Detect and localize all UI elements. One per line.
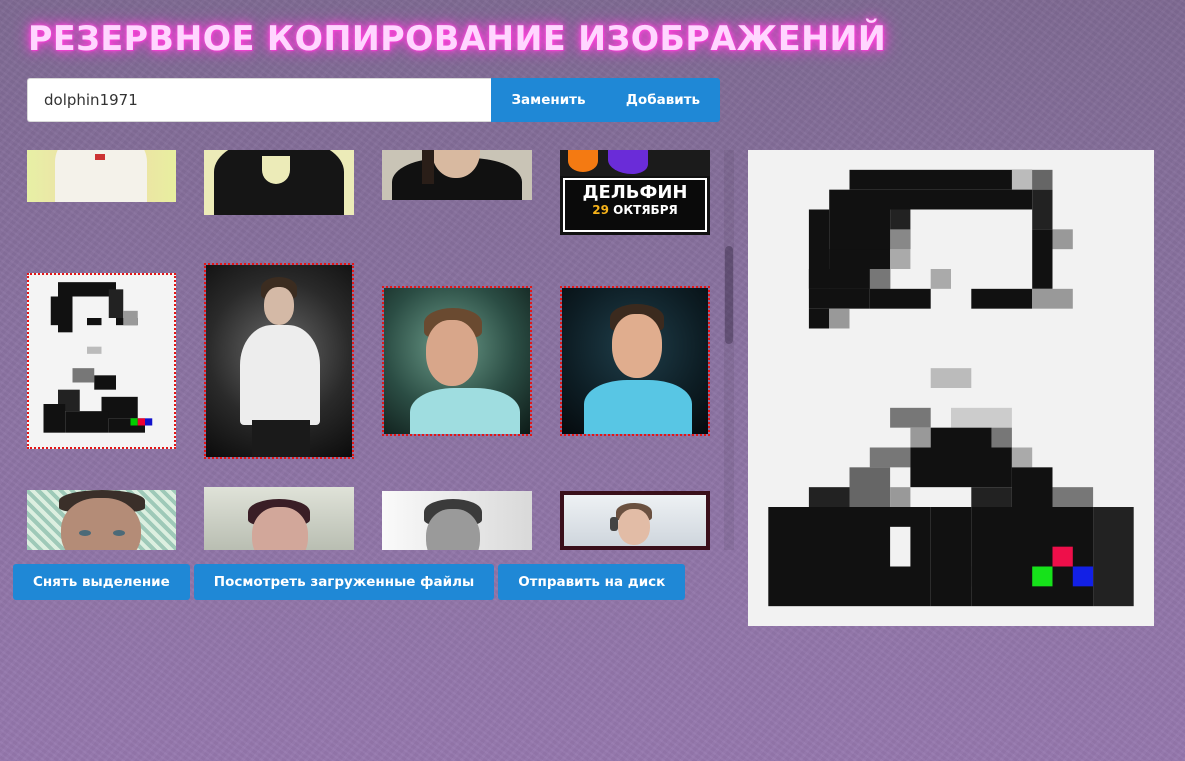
image-thumbnail-poster[interactable]: ДЕЛЬФИН 29 ОКТЯБРЯ (560, 150, 710, 235)
image-thumbnail[interactable] (204, 150, 354, 215)
view-uploaded-files-button[interactable]: Посмотреть загруженные файлы (193, 564, 495, 600)
image-thumbnail-selected[interactable] (27, 273, 176, 449)
poster-date-number: 29 (592, 203, 609, 217)
image-thumbnail-selected[interactable] (382, 286, 532, 436)
pixel-portrait-icon (43, 282, 153, 433)
deselect-button[interactable]: Снять выделение (13, 564, 190, 600)
add-button[interactable]: Добавить (606, 78, 720, 122)
image-thumbnail[interactable] (382, 150, 532, 200)
image-gallery[interactable]: ДЕЛЬФИН 29 ОКТЯБРЯ (13, 150, 735, 550)
poster-art (560, 150, 710, 176)
image-thumbnail[interactable] (204, 487, 354, 550)
poster-frame: ДЕЛЬФИН 29 ОКТЯБРЯ (563, 178, 707, 232)
action-buttons: Снять выделение Посмотреть загруженные ф… (13, 564, 686, 600)
send-to-disk-button[interactable]: Отправить на диск (498, 564, 686, 600)
image-thumbnail[interactable] (382, 491, 532, 550)
pixel-portrait-preview (748, 150, 1154, 626)
poster-date: 29 ОКТЯБРЯ (565, 203, 705, 217)
poster-date-month: ОКТЯБРЯ (613, 203, 678, 217)
poster-title: ДЕЛЬФИН (582, 182, 688, 203)
image-thumbnail[interactable] (560, 491, 710, 550)
replace-button[interactable]: Заменить (491, 78, 606, 122)
image-thumbnail[interactable] (27, 490, 176, 550)
page-title: РЕЗЕРВНОЕ КОПИРОВАНИЕ ИЗОБРАЖЕНИЙ (28, 19, 887, 59)
image-preview (748, 150, 1154, 626)
search-bar: Заменить Добавить (27, 78, 720, 122)
image-thumbnail-selected[interactable] (560, 286, 710, 436)
search-input[interactable] (27, 78, 491, 122)
gallery-scrollbar[interactable] (724, 150, 734, 550)
image-thumbnail[interactable] (27, 150, 176, 202)
image-thumbnail-selected[interactable] (204, 263, 354, 459)
gallery-scrollbar-thumb[interactable] (725, 246, 733, 344)
